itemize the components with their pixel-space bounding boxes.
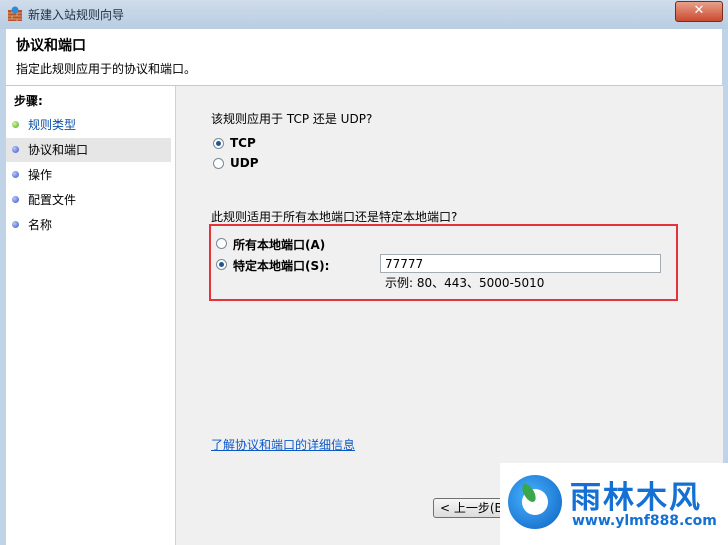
window-title: 新建入站规则向导 xyxy=(28,8,125,22)
wizard-header: 协议和端口 指定此规则应用于的协议和端口。 xyxy=(6,29,722,86)
port-input[interactable] xyxy=(380,254,661,273)
steps-heading: 步骤: xyxy=(14,94,43,108)
page-title: 协议和端口 xyxy=(16,38,86,54)
step-name[interactable]: 名称 xyxy=(6,213,171,237)
step-done-bullet-icon xyxy=(12,121,19,128)
help-link[interactable]: 了解协议和端口的详细信息 xyxy=(211,436,355,453)
step-label: 名称 xyxy=(28,218,53,232)
step-label: 配置文件 xyxy=(28,193,77,207)
watermark: 雨林木风 www.ylmf888.com xyxy=(500,463,728,545)
ports-question: 此规则适用于所有本地端口还是特定本地端口? xyxy=(211,210,458,224)
step-bullet-icon xyxy=(12,196,19,203)
step-rule-type[interactable]: 规则类型 xyxy=(6,113,171,137)
step-bullet-icon xyxy=(12,171,19,178)
udp-radio[interactable] xyxy=(213,158,224,169)
watermark-url: www.ylmf888.com xyxy=(572,513,717,529)
steps-panel: 步骤: 规则类型 协议和端口 操作 配置文件 名称 xyxy=(6,86,174,545)
all-ports-label[interactable]: 所有本地端口(A) xyxy=(233,236,325,253)
step-label: 协议和端口 xyxy=(28,143,89,157)
specific-ports-radio[interactable] xyxy=(216,259,227,270)
udp-label[interactable]: UDP xyxy=(230,156,259,170)
all-ports-radio[interactable] xyxy=(216,238,227,249)
firewall-icon xyxy=(8,6,22,21)
watermark-logo-icon xyxy=(508,475,562,529)
step-label: 操作 xyxy=(28,168,53,182)
step-action[interactable]: 操作 xyxy=(6,163,171,187)
port-example: 示例: 80、443、5000-5010 xyxy=(385,276,545,290)
step-profile[interactable]: 配置文件 xyxy=(6,188,171,212)
tcp-radio[interactable] xyxy=(213,138,224,149)
page-subtitle: 指定此规则应用于的协议和端口。 xyxy=(16,62,197,76)
step-current-bullet-icon xyxy=(12,146,19,153)
step-protocol-and-ports[interactable]: 协议和端口 xyxy=(6,138,171,162)
step-label: 规则类型 xyxy=(28,118,77,132)
watermark-name: 雨林木风 xyxy=(570,480,702,516)
protocol-question: 该规则应用于 TCP 还是 UDP? xyxy=(211,112,373,126)
title-bar: 新建入站规则向导 ✕ xyxy=(0,0,728,30)
step-bullet-icon xyxy=(12,221,19,228)
tcp-label[interactable]: TCP xyxy=(230,136,256,150)
close-button[interactable]: ✕ xyxy=(675,1,723,22)
specific-ports-label[interactable]: 特定本地端口(S): xyxy=(233,257,329,274)
back-button[interactable]: < 上一步(B xyxy=(433,498,507,518)
